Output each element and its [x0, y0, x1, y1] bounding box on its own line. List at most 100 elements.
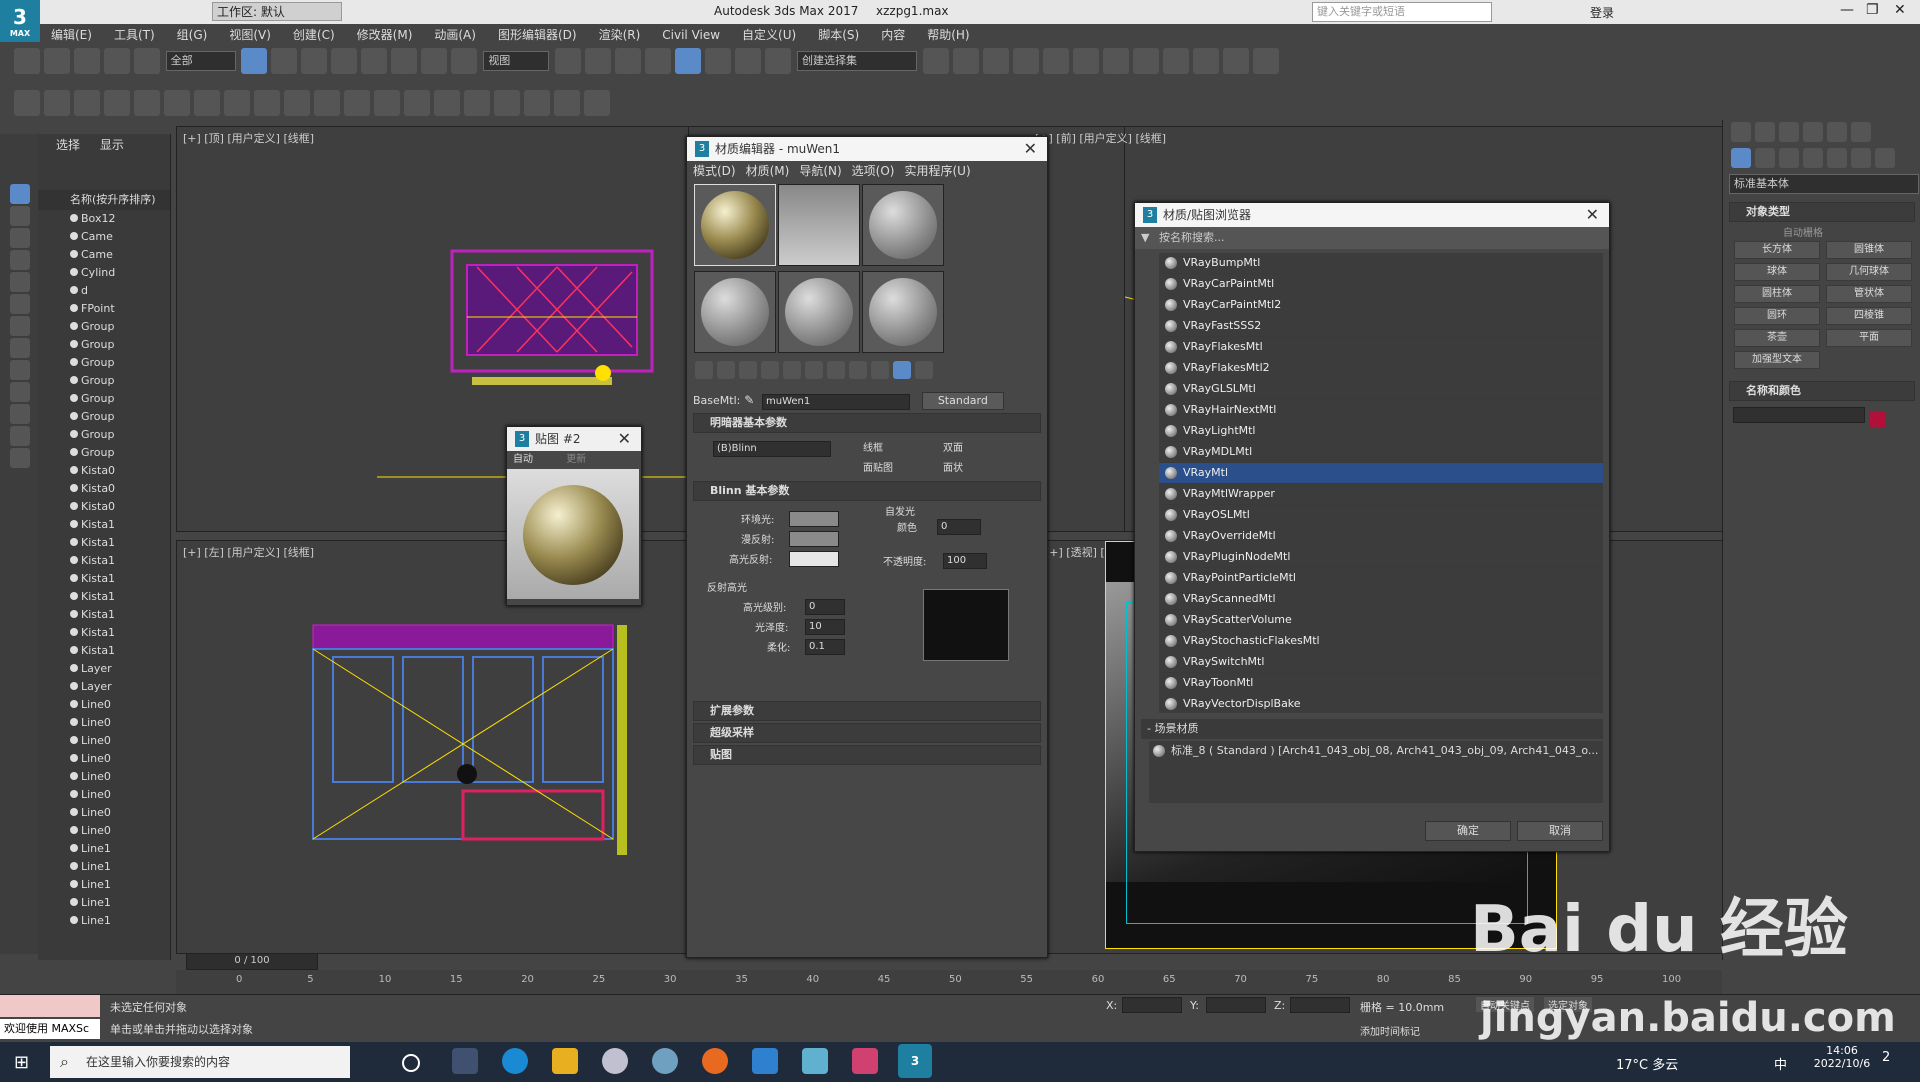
material-list-item[interactable]: VRayMDLMtl — [1159, 442, 1603, 463]
add-time-tag[interactable]: 添加时间标记 — [1360, 1023, 1420, 1038]
material-id-icon[interactable] — [827, 361, 845, 379]
visibility-eye-icon[interactable] — [70, 484, 78, 492]
object-color-swatch[interactable] — [1868, 411, 1885, 428]
weather-widget[interactable]: 17°C 多云 — [1616, 1054, 1678, 1073]
render-production-icon[interactable] — [1222, 48, 1249, 74]
menu-views[interactable]: 视图(V) — [218, 24, 282, 45]
visibility-eye-icon[interactable] — [70, 610, 78, 618]
restore-icon[interactable]: ❐ — [1866, 2, 1879, 18]
maxscript-listener[interactable]: 欢迎使用 MAXSc — [0, 1019, 100, 1039]
column-header[interactable]: 名称(按升序排序) — [38, 190, 170, 210]
go-forward-icon[interactable] — [915, 361, 933, 379]
reset-map-icon[interactable] — [761, 361, 779, 379]
edit-named-selection-icon[interactable] — [765, 48, 792, 74]
visibility-eye-icon[interactable] — [70, 268, 78, 276]
percent-snap-icon[interactable] — [705, 48, 732, 74]
ime-indicator[interactable]: 中 — [1774, 1054, 1787, 1073]
menu-animation[interactable]: 动画(A) — [423, 24, 487, 45]
scene-object-row[interactable]: Group — [56, 354, 170, 372]
name-color-rollout[interactable]: 名称和颜色 — [1729, 381, 1915, 401]
scene-object-row[interactable]: Line0 — [56, 714, 170, 732]
spinner-snap-icon[interactable] — [735, 48, 762, 74]
visibility-eye-icon[interactable] — [70, 520, 78, 528]
reference-coordinate-dropdown[interactable]: 视图 — [483, 51, 550, 71]
menu-tools[interactable]: 工具(T) — [103, 24, 166, 45]
app-icon-2[interactable] — [652, 1048, 678, 1074]
material-list-item[interactable]: VRayCarPaintMtl — [1159, 274, 1603, 295]
put-to-scene-icon[interactable] — [717, 361, 735, 379]
angle-snap-icon[interactable] — [675, 48, 702, 74]
snaps-toggle-icon[interactable] — [645, 48, 672, 74]
filter-helpers-icon[interactable] — [10, 272, 30, 292]
material-editor-titlebar[interactable]: 3 材质编辑器 - muWen1 ✕ — [687, 137, 1047, 161]
notepad-icon[interactable] — [752, 1048, 778, 1074]
scene-object-row[interactable]: Kista1 — [56, 516, 170, 534]
firefox-icon[interactable] — [702, 1048, 728, 1074]
sample-slot-6[interactable] — [862, 271, 944, 353]
create-object-button[interactable]: 长方体 — [1734, 241, 1820, 259]
visibility-eye-icon[interactable] — [70, 808, 78, 816]
browser-titlebar[interactable]: 3 材质/贴图浏览器 ✕ — [1135, 203, 1609, 227]
create-object-button[interactable]: 四棱锥 — [1826, 307, 1912, 325]
filter-hidden-icon[interactable] — [10, 426, 30, 446]
visibility-eye-icon[interactable] — [70, 916, 78, 924]
display-tab-icon[interactable] — [1827, 122, 1847, 142]
scene-object-row[interactable]: Group — [56, 390, 170, 408]
scene-object-row[interactable]: Box12 — [56, 210, 170, 228]
material-list-item[interactable]: VRayScannedMtl — [1159, 589, 1603, 610]
frame-buffer-icon[interactable] — [523, 90, 550, 116]
ok-button[interactable]: 确定 — [1425, 821, 1511, 841]
menu-modifiers[interactable]: 修改器(M) — [346, 24, 424, 45]
show-map-icon[interactable] — [849, 361, 867, 379]
cancel-button[interactable]: 取消 — [1517, 821, 1603, 841]
material-list-item[interactable]: VRayToonMtl — [1159, 673, 1603, 694]
two-sided-checkbox[interactable]: 双面 — [943, 439, 963, 454]
visibility-eye-icon[interactable] — [70, 358, 78, 366]
tab-select[interactable]: 选择 — [56, 138, 80, 152]
tab-display[interactable]: 显示 — [100, 138, 124, 152]
menu-create[interactable]: 创建(C) — [282, 24, 346, 45]
menu-group[interactable]: 组(G) — [166, 24, 219, 45]
material-list-item[interactable]: VRayBumpMtl — [1159, 253, 1603, 274]
visibility-eye-icon[interactable] — [70, 628, 78, 636]
visibility-eye-icon[interactable] — [70, 214, 78, 222]
material-list-item[interactable]: VRayFastSSS2 — [1159, 316, 1603, 337]
cortana-icon[interactable] — [402, 1054, 420, 1072]
scene-object-row[interactable]: Line1 — [56, 912, 170, 930]
scene-object-row[interactable]: Line1 — [56, 876, 170, 894]
material-list-item[interactable]: VRayCarPaintMtl2 — [1159, 295, 1603, 316]
visibility-eye-icon[interactable] — [70, 772, 78, 780]
lamp-icon[interactable] — [253, 90, 280, 116]
taskbar-clock[interactable]: 14:06 2022/10/6 — [1812, 1044, 1872, 1070]
visibility-eye-icon[interactable] — [70, 304, 78, 312]
close-icon[interactable]: ✕ — [1024, 137, 1037, 161]
scene-object-row[interactable]: Cylind — [56, 264, 170, 282]
visibility-eye-icon[interactable] — [70, 700, 78, 708]
link-icon[interactable] — [73, 48, 100, 74]
create-object-button[interactable]: 管状体 — [1826, 285, 1912, 303]
systems-category-icon[interactable] — [1875, 148, 1895, 168]
material-list-item[interactable]: VRayLightMtl — [1159, 421, 1603, 442]
create-tab-icon[interactable] — [1731, 122, 1751, 142]
shapes-category-icon[interactable] — [1755, 148, 1775, 168]
app-icon-4[interactable] — [852, 1048, 878, 1074]
particles-icon[interactable] — [373, 90, 400, 116]
sphere-icon[interactable] — [223, 90, 250, 116]
create-object-button[interactable]: 加强型文本 — [1734, 351, 1820, 369]
windows-start-icon[interactable]: ⊞ — [14, 1052, 29, 1073]
login-button[interactable]: 登录 — [1590, 4, 1614, 21]
menu-help[interactable]: 帮助(H) — [916, 24, 980, 45]
visibility-eye-icon[interactable] — [70, 322, 78, 330]
menu-options[interactable]: 选项(O) — [852, 164, 895, 178]
y-coordinate-field[interactable] — [1206, 997, 1266, 1013]
render-iterative-icon[interactable] — [1252, 48, 1279, 74]
material-list-item[interactable]: VRayOSLMtl — [1159, 505, 1603, 526]
extended-params-rollout[interactable]: 扩展参数 — [693, 701, 1041, 721]
autogrid-checkbox[interactable]: 自动栅格 — [1723, 224, 1920, 239]
app-logo[interactable]: 3 MAX — [0, 0, 40, 42]
helpers-category-icon[interactable] — [1827, 148, 1847, 168]
create-object-button[interactable]: 平面 — [1826, 329, 1912, 347]
scene-object-row[interactable]: Kista0 — [56, 498, 170, 516]
sample-slot-2[interactable] — [778, 184, 860, 266]
color-balls-icon[interactable] — [493, 90, 520, 116]
